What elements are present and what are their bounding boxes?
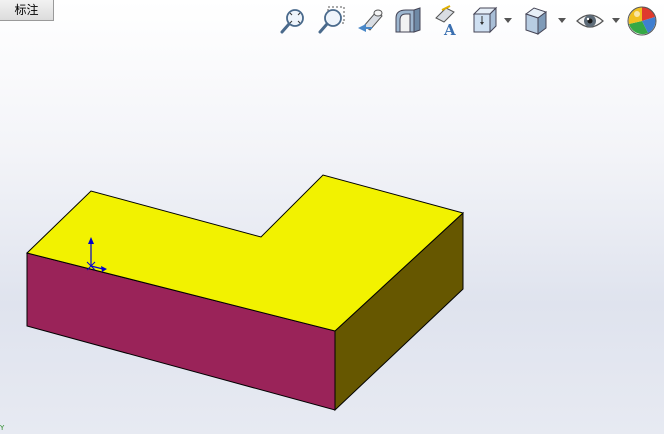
- dynamic-annotation-button[interactable]: A: [430, 4, 462, 38]
- view-orientation-button[interactable]: [468, 4, 500, 38]
- chevron-down-icon: [504, 18, 512, 23]
- view-orientation-dropdown[interactable]: [504, 18, 512, 24]
- edit-appearance-button[interactable]: [626, 4, 658, 38]
- zoom-to-area-button[interactable]: [316, 4, 348, 38]
- previous-view-icon: [358, 9, 383, 32]
- view-orientation-icon: [472, 6, 498, 34]
- section-view-button[interactable]: [392, 4, 424, 38]
- edit-appearance-icon: [627, 6, 657, 36]
- hide-show-items-button[interactable]: [574, 4, 606, 38]
- dynamic-annotation-views-icon: A: [435, 5, 456, 38]
- display-style-icon: [524, 7, 548, 35]
- chevron-down-icon: [612, 18, 620, 23]
- zoom-to-fit-icon: [280, 9, 304, 34]
- heads-up-view-toolbar: A: [278, 4, 662, 40]
- hide-show-items-icon: [576, 14, 604, 28]
- model-canvas[interactable]: [0, 0, 664, 434]
- svg-text:A: A: [443, 21, 456, 38]
- zoom-to-fit-button[interactable]: [278, 4, 310, 38]
- section-view-icon: [395, 7, 421, 33]
- display-style-dropdown[interactable]: [558, 18, 566, 24]
- triad-axis-label: Y: [0, 424, 5, 432]
- display-style-button[interactable]: [520, 4, 552, 38]
- hide-show-items-dropdown[interactable]: [612, 18, 620, 24]
- zoom-to-area-icon: [318, 6, 345, 34]
- graphics-area[interactable]: [0, 0, 664, 434]
- chevron-down-icon: [558, 18, 566, 23]
- annotation-tab[interactable]: 标注: [0, 0, 54, 21]
- previous-view-button[interactable]: [354, 4, 386, 38]
